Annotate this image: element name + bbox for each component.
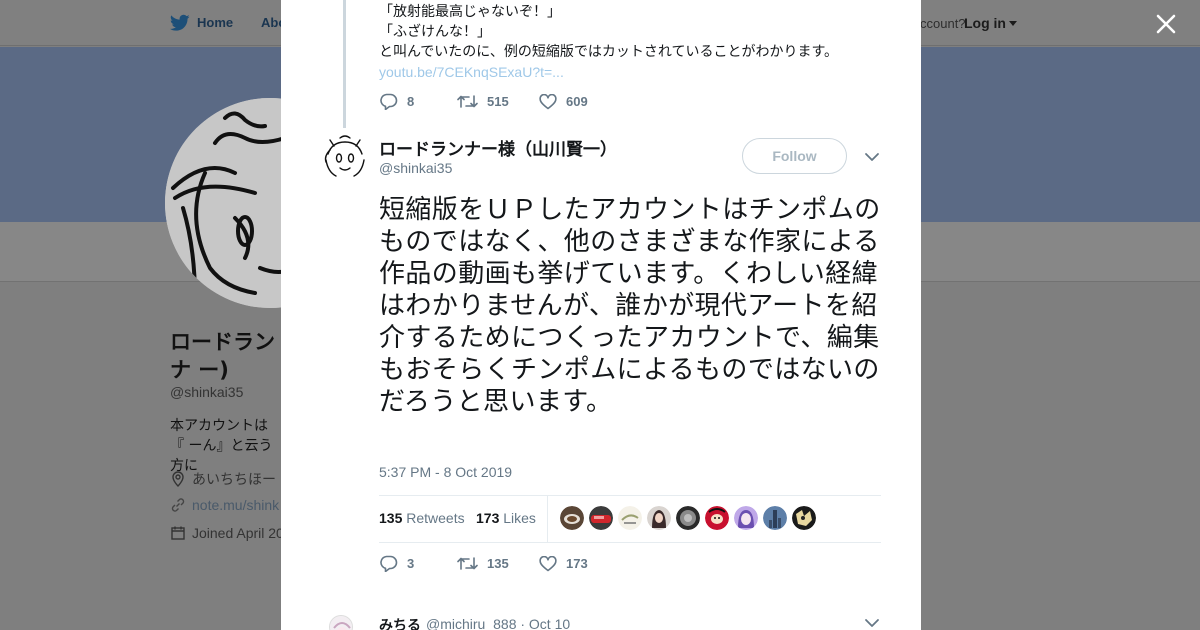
reply-action[interactable]: 8 bbox=[379, 93, 457, 110]
location-text: あいちちほー bbox=[192, 471, 276, 487]
reply-author-name[interactable]: みちる bbox=[379, 615, 421, 630]
tweet-timestamp[interactable]: 5:37 PM - 8 Oct 2019 bbox=[379, 464, 512, 480]
retweet-action[interactable]: 515 bbox=[457, 94, 539, 109]
previous-tweet-link[interactable]: youtu.be/7CEKnqSExaU?t=... bbox=[379, 62, 838, 82]
like-action[interactable]: 609 bbox=[539, 93, 588, 110]
liker-avatar[interactable] bbox=[618, 506, 642, 530]
profile-handle[interactable]: @shinkai35 bbox=[170, 384, 243, 400]
calendar-icon bbox=[171, 526, 185, 540]
like-count: 173 bbox=[566, 556, 588, 571]
previous-tweet-line-1: 「放射能最高じゃないぞ！」 bbox=[379, 4, 561, 20]
account-question-text: ccount? bbox=[920, 16, 966, 31]
likers-avatars bbox=[560, 506, 816, 530]
profile-website[interactable]: note.mu/shink bbox=[170, 497, 281, 513]
likes-stat[interactable]: 173 Likes bbox=[476, 510, 536, 526]
like-count: 609 bbox=[566, 94, 588, 109]
retweet-action[interactable]: 135 bbox=[457, 556, 539, 571]
reply-action[interactable]: 3 bbox=[379, 555, 457, 572]
liker-avatar[interactable] bbox=[792, 506, 816, 530]
avatar-drawing-icon bbox=[320, 132, 370, 182]
retweet-count: 515 bbox=[487, 94, 509, 109]
reply-meta[interactable]: @michiru_888 · Oct 10 bbox=[426, 616, 570, 630]
avatar-drawing-icon bbox=[330, 616, 352, 630]
thread-connector-line bbox=[343, 0, 346, 128]
retweet-count: 135 bbox=[487, 556, 509, 571]
chevron-down-icon[interactable] bbox=[864, 150, 880, 164]
liker-avatar[interactable] bbox=[763, 506, 787, 530]
tweet-stats: 135 Retweets 173 Likes bbox=[379, 495, 881, 543]
liker-avatar[interactable] bbox=[647, 506, 671, 530]
liker-avatar[interactable] bbox=[705, 506, 729, 530]
twitter-bird-icon[interactable] bbox=[170, 14, 190, 32]
login-dropdown[interactable]: Log in bbox=[964, 15, 1017, 31]
liker-avatar[interactable] bbox=[676, 506, 700, 530]
tweet-text: 短縮版をＵＰしたアカウントはチンポムのものではなく、他のさまざまな作家による作品… bbox=[379, 195, 881, 417]
author-handle[interactable]: @shinkai35 bbox=[379, 160, 452, 176]
tweet-actions: 3 135 173 bbox=[379, 555, 588, 572]
close-icon[interactable] bbox=[1153, 11, 1179, 37]
previous-tweet-line-2: 「ふざけんな！」 bbox=[379, 24, 491, 40]
location-pin-icon bbox=[172, 471, 184, 487]
caret-down-icon bbox=[1009, 21, 1017, 26]
reply-icon bbox=[380, 93, 398, 110]
retweets-stat[interactable]: 135 Retweets bbox=[379, 510, 465, 526]
liker-avatar[interactable] bbox=[589, 506, 613, 530]
likes-stat-label: Likes bbox=[503, 510, 536, 526]
liker-avatar[interactable] bbox=[734, 506, 758, 530]
heart-icon bbox=[539, 93, 557, 109]
retweet-icon bbox=[457, 95, 478, 108]
like-action[interactable]: 173 bbox=[539, 555, 588, 572]
stats-divider bbox=[547, 496, 548, 542]
follow-button[interactable]: Follow bbox=[742, 138, 847, 174]
reply-count: 3 bbox=[407, 556, 415, 571]
profile-joined: Joined April 20 bbox=[170, 525, 281, 541]
profile-bio: 本アカウントは『 ーん』と云う方に bbox=[170, 418, 273, 474]
likes-stat-count: 173 bbox=[476, 510, 500, 526]
joined-text: Joined April 20 bbox=[192, 525, 281, 541]
retweets-stat-label: Retweets bbox=[406, 510, 465, 526]
previous-tweet-line-3: と叫んでいたのに、例の短縮版ではカットされていることがわかります。 bbox=[379, 44, 839, 60]
author-avatar[interactable] bbox=[320, 132, 370, 182]
retweet-icon bbox=[457, 557, 478, 570]
link-icon bbox=[171, 498, 185, 512]
login-label: Log in bbox=[964, 15, 1006, 31]
reply-count: 8 bbox=[407, 94, 415, 109]
profile-name: ロードランナ ー) bbox=[170, 330, 275, 382]
previous-tweet-text: 「放射能最高じゃないぞ！」 「ふざけんな！」 と叫んでいたのに、例の短縮版ではカ… bbox=[379, 2, 838, 82]
reply-icon bbox=[380, 555, 398, 572]
website-text[interactable]: note.mu/shink bbox=[192, 497, 279, 513]
retweets-stat-count: 135 bbox=[379, 510, 403, 526]
author-name[interactable]: ロードランナー様（山川賢一） bbox=[379, 135, 617, 160]
previous-tweet-actions: 8 515 609 bbox=[379, 93, 588, 110]
profile-location: あいちちほー bbox=[170, 469, 281, 489]
heart-icon bbox=[539, 555, 557, 571]
chevron-down-icon[interactable] bbox=[864, 617, 880, 629]
nav-home-link[interactable]: Home bbox=[197, 15, 233, 30]
liker-avatar[interactable] bbox=[560, 506, 584, 530]
